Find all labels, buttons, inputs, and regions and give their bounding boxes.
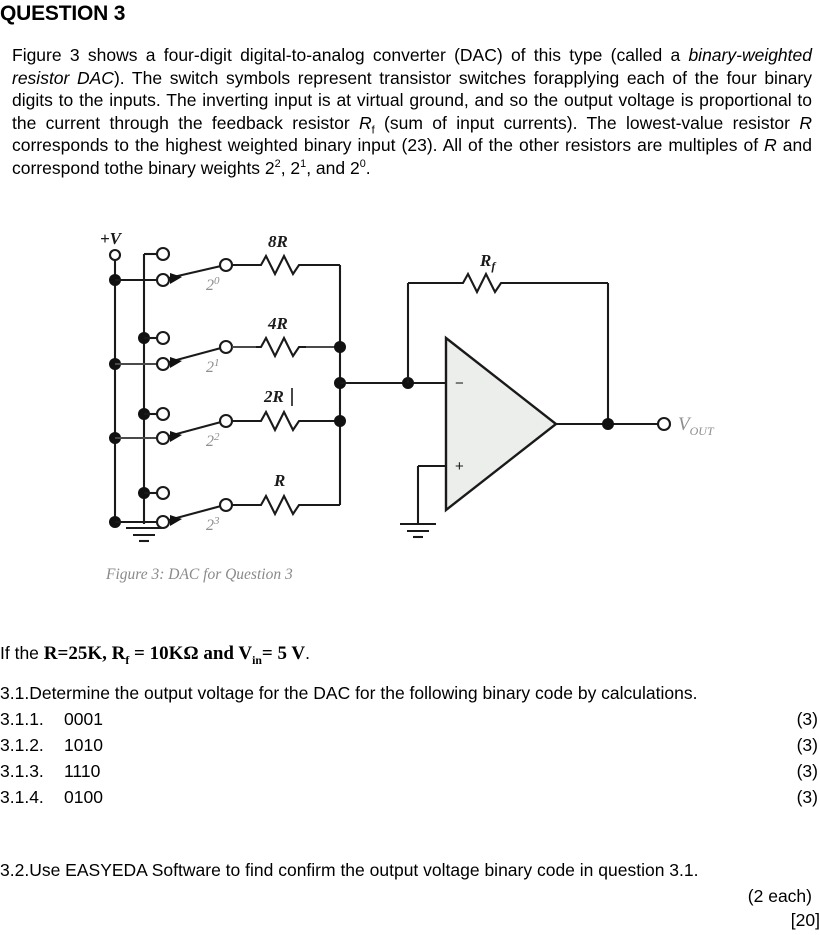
output-terminal xyxy=(656,416,672,432)
summing-bus xyxy=(334,265,446,505)
question-3-1-text: Determine the output voltage for the DAC… xyxy=(29,683,698,703)
supply-label: +V xyxy=(100,229,123,248)
marks-each-label: (2 each) xyxy=(747,886,812,906)
intro-text-part6: , 2 xyxy=(280,157,301,178)
question-3-1-3-number: 3.1.3. xyxy=(0,761,44,781)
bus-node-2r xyxy=(334,415,346,427)
supply-terminal xyxy=(108,248,122,262)
given-values-end: = 5 V xyxy=(261,643,306,664)
branch3-contact-supply[interactable] xyxy=(155,430,171,446)
branch2-weight-label: 21 xyxy=(206,357,220,376)
branch3-switch-pole[interactable] xyxy=(218,413,234,429)
question-3-1-1-code: 0001 xyxy=(64,709,103,729)
feedback-resistor-zigzag xyxy=(458,271,508,295)
question-3-2-number: 3.2. xyxy=(0,860,30,880)
ground-symbol-opamp xyxy=(400,522,436,539)
page-title: QUESTION 3 xyxy=(0,2,126,25)
inline-var-r-2: R xyxy=(764,135,777,156)
intro-text-part4: corresponds to the highest weighted bina… xyxy=(12,135,765,156)
question-3-1-1-row: 3.1.1. 0001 (3) xyxy=(0,709,818,730)
branch2-contact-ground[interactable] xyxy=(155,330,171,346)
question-3-1-3-marks: (3) xyxy=(796,761,818,781)
intro-paragraph: Figure 3 shows a four-digit digital-to-a… xyxy=(12,44,812,180)
given-period: . xyxy=(305,643,311,663)
question-3-1-3-code: 1110 xyxy=(64,761,101,781)
given-values: R=25K, R xyxy=(43,643,126,664)
question-3-1-3-row: 3.1.3. 1110 (3) xyxy=(0,761,818,782)
question-3-1-number: 3.1. xyxy=(0,683,30,703)
circuit-diagram-svg: +V 20 8R 21 4R 22 2R 23 R Rf − + VOUT xyxy=(100,229,715,543)
branch1-contact-supply[interactable] xyxy=(155,272,171,288)
branch1-switch-pole[interactable] xyxy=(218,257,234,273)
given-values-sub-in: in xyxy=(252,653,262,667)
branch3-contact-ground[interactable] xyxy=(155,406,171,422)
branch4-resistor-zigzag xyxy=(256,493,306,517)
branch1-weight-label: 20 xyxy=(206,275,220,294)
op-amp-noninverting-sign: + xyxy=(455,458,464,475)
branch4-switch-pole[interactable] xyxy=(218,497,234,513)
question-3-2: 3.2.Use EASYEDA Software to find confirm… xyxy=(0,860,810,881)
ground-rail-group xyxy=(115,254,162,543)
branch4-weight-label: 23 xyxy=(206,515,220,534)
branch2-switch-pole[interactable] xyxy=(218,339,234,355)
dac-circuit-figure: +V 20 8R 21 4R 22 2R 23 R Rf − + VOUT Fi… xyxy=(78,228,758,598)
branch2-resistor-zigzag xyxy=(256,335,306,359)
branch4-contact-supply[interactable] xyxy=(155,514,171,530)
given-lead: If the xyxy=(0,643,44,663)
op-amp: − + xyxy=(400,335,558,539)
branch3-resistor-zigzag xyxy=(256,409,306,433)
question-3-1-4-number: 3.1.4. xyxy=(0,787,44,807)
branch1-resistor-zigzag xyxy=(256,253,306,277)
intro-text-part3: (sum of input currents). The lowest-valu… xyxy=(374,112,800,133)
feedback-resistor-label: Rf xyxy=(479,251,496,273)
intro-text-part7: , and 2 xyxy=(306,157,360,178)
intro-text-part8: . xyxy=(365,157,371,178)
question-3-1-4-marks: (3) xyxy=(796,787,818,807)
question-3-1-2-marks: (3) xyxy=(796,735,818,755)
intro-text-part1: Figure 3 shows a four-digit digital-to-a… xyxy=(12,45,689,65)
given-values-mid: = 10KΩ and V xyxy=(129,643,253,664)
branch2-resistor-label: 4R xyxy=(267,314,288,333)
exam-page: QUESTION 3 Figure 3 shows a four-digit d… xyxy=(0,0,820,935)
inline-var-r: R xyxy=(799,112,812,133)
inline-var-rf: R xyxy=(359,112,372,133)
branch3-resistor-label: 2R xyxy=(263,387,284,406)
question-3-1-4-row: 3.1.4. 0100 (3) xyxy=(0,787,818,808)
question-3-2-text: Use EASYEDA Software to find confirm the… xyxy=(29,860,699,880)
branch1-resistor-label: 8R xyxy=(268,232,288,251)
question-3-1: 3.1.Determine the output voltage for the… xyxy=(0,683,810,704)
question-3-1-1-marks: (3) xyxy=(796,709,818,729)
question-3-1-2-number: 3.1.2. xyxy=(0,735,44,755)
branch4-contact-ground[interactable] xyxy=(155,485,171,501)
op-amp-triangle xyxy=(444,335,558,513)
op-amp-inverting-sign: − xyxy=(455,375,464,392)
branch3-weight-label: 22 xyxy=(206,431,220,450)
ground-symbol-left xyxy=(126,526,162,543)
question-3-1-1-number: 3.1.1. xyxy=(0,709,44,729)
given-values-line: If the R=25K, Rf = 10KΩ and Vin= 5 V. xyxy=(0,643,311,667)
branch4-resistor-label: R xyxy=(273,471,285,490)
output-node xyxy=(602,418,614,430)
supply-rail-group: +V xyxy=(100,229,123,522)
figure-caption: Figure 3: DAC for Question 3 xyxy=(106,566,293,583)
marks-total-label: [20] xyxy=(790,910,820,930)
branch1-contact-ground[interactable] xyxy=(155,246,171,262)
question-3-1-4-code: 0100 xyxy=(64,787,103,807)
output-net: VOUT xyxy=(556,414,715,438)
branch2-contact-supply[interactable] xyxy=(155,356,171,372)
output-label: VOUT xyxy=(678,414,715,438)
question-3-1-2-row: 3.1.2. 1010 (3) xyxy=(0,735,818,756)
bus-node-4r xyxy=(334,341,346,353)
question-3-1-2-code: 1010 xyxy=(64,735,103,755)
